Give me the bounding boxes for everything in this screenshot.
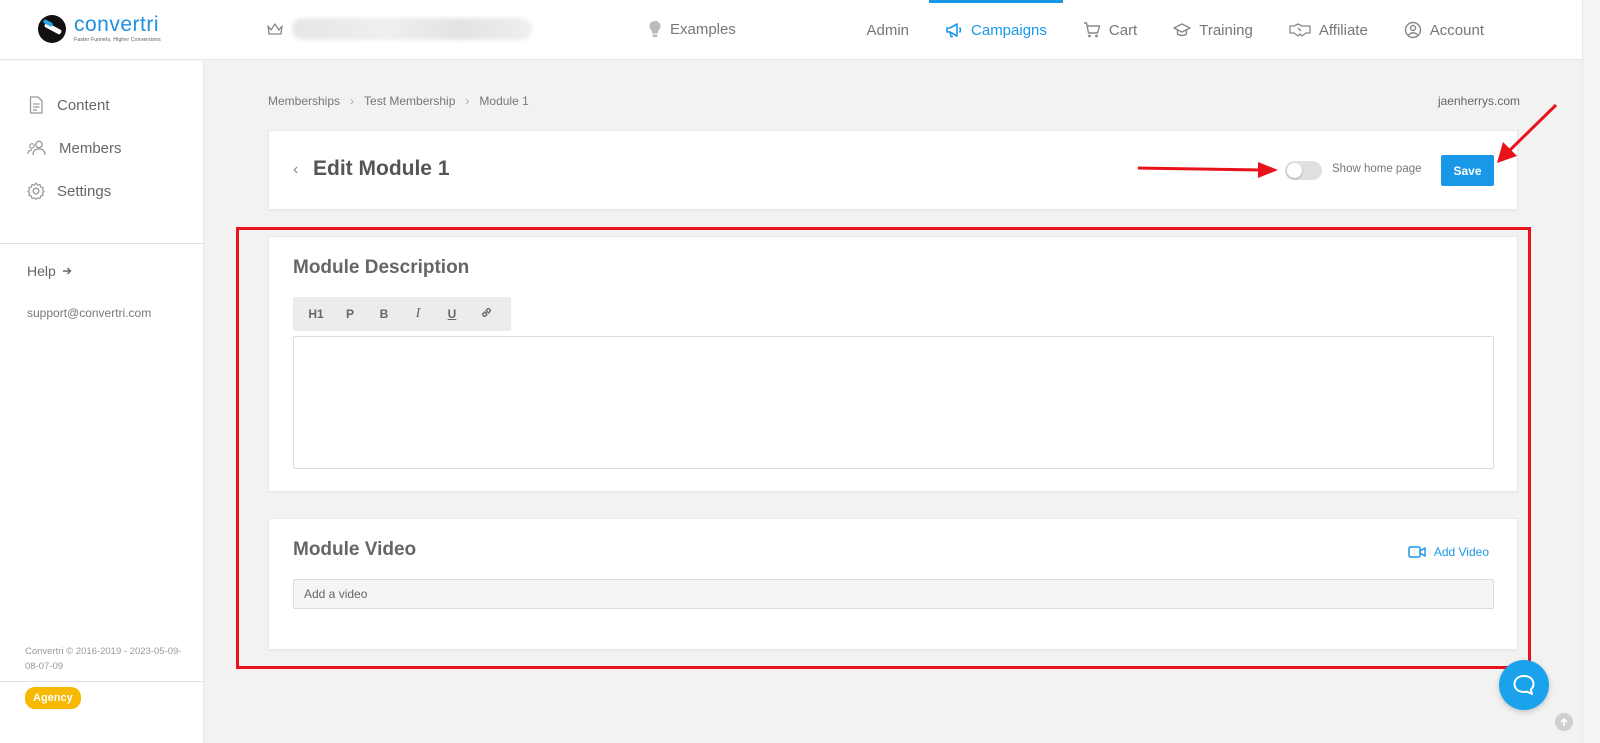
megaphone-icon bbox=[946, 23, 962, 38]
agency-badge: Agency bbox=[25, 687, 81, 709]
logo-mark-icon bbox=[38, 14, 66, 43]
examples-link[interactable]: Examples bbox=[648, 20, 736, 38]
nav-training-label: Training bbox=[1199, 21, 1253, 39]
edit-header-card: ‹ Edit Module 1 Show home page Save bbox=[268, 130, 1518, 210]
top-navbar: convertri Faster Funnels, Higher Convers… bbox=[0, 0, 1582, 60]
page-title: Edit Module 1 bbox=[313, 157, 450, 180]
nav-affiliate[interactable]: Affiliate bbox=[1271, 0, 1386, 60]
help-label: Help bbox=[27, 263, 56, 279]
nav-account-label: Account bbox=[1429, 21, 1484, 39]
site-name-blurred bbox=[292, 18, 532, 40]
main-nav: Admin Campaigns Cart Training Affiliate … bbox=[848, 0, 1502, 60]
sidebar-item-label: Content bbox=[57, 96, 110, 114]
site-selector[interactable] bbox=[266, 18, 532, 40]
nav-campaigns[interactable]: Campaigns bbox=[927, 0, 1065, 60]
copyright-text: Convertri © 2016-2019 - 2023-05-09-08-07… bbox=[25, 646, 182, 672]
breadcrumb-module: Module 1 bbox=[479, 94, 529, 108]
page-scrollbar[interactable] bbox=[1582, 0, 1600, 743]
scroll-to-top-button[interactable] bbox=[1555, 713, 1573, 731]
brand-tagline: Faster Funnels, Higher Conversions bbox=[74, 37, 161, 43]
chevron-right-icon: › bbox=[350, 94, 355, 108]
nav-admin-label: Admin bbox=[866, 21, 910, 39]
brand-name: convertri bbox=[74, 13, 160, 36]
chevron-right-icon: › bbox=[465, 94, 470, 108]
sidebar-divider bbox=[0, 681, 203, 682]
breadcrumb-memberships[interactable]: Memberships bbox=[268, 94, 340, 108]
cart-icon bbox=[1083, 22, 1101, 38]
examples-label: Examples bbox=[670, 20, 736, 38]
nav-account[interactable]: Account bbox=[1386, 0, 1502, 60]
chat-widget-button[interactable] bbox=[1499, 660, 1549, 710]
arrow-up-icon bbox=[1560, 717, 1568, 726]
nav-affiliate-label: Affiliate bbox=[1318, 21, 1368, 39]
lightbulb-icon bbox=[649, 21, 661, 37]
crown-icon bbox=[267, 23, 283, 35]
document-icon bbox=[29, 96, 43, 114]
handshake-icon bbox=[1289, 23, 1311, 37]
nav-cart[interactable]: Cart bbox=[1065, 0, 1155, 60]
arrow-right-icon bbox=[62, 267, 72, 275]
sidebar-item-label: Settings bbox=[57, 182, 112, 200]
toggle-knob bbox=[1287, 163, 1302, 178]
show-home-page-toggle[interactable] bbox=[1285, 161, 1322, 180]
breadcrumb-test-membership[interactable]: Test Membership bbox=[364, 94, 455, 108]
graduation-cap-icon bbox=[1173, 23, 1191, 37]
nav-training[interactable]: Training bbox=[1155, 0, 1271, 60]
nav-admin[interactable]: Admin bbox=[848, 0, 927, 60]
breadcrumb: Memberships › Test Membership › Module 1 bbox=[268, 94, 529, 108]
brand-logo[interactable]: convertri Faster Funnels, Higher Convers… bbox=[38, 14, 161, 43]
gear-icon bbox=[27, 182, 45, 200]
help-link[interactable]: Help bbox=[27, 263, 72, 279]
show-home-page-label: Show home page bbox=[1332, 163, 1422, 175]
sidebar-item-members[interactable]: Members bbox=[27, 139, 122, 157]
sidebar: Content Members Settings Help support@co… bbox=[0, 61, 204, 743]
users-icon bbox=[27, 140, 46, 156]
sidebar-item-settings[interactable]: Settings bbox=[27, 182, 111, 200]
user-circle-icon bbox=[1404, 21, 1421, 39]
sidebar-item-label: Members bbox=[59, 139, 122, 157]
back-chevron-icon[interactable]: ‹ bbox=[293, 161, 298, 179]
nav-campaigns-label: Campaigns bbox=[971, 21, 1047, 39]
chat-bubble-icon bbox=[1513, 675, 1535, 695]
sidebar-item-content[interactable]: Content bbox=[27, 96, 110, 114]
annotation-highlight-box bbox=[236, 227, 1531, 669]
domain-label: jaenherrys.com bbox=[1437, 94, 1520, 108]
support-email-link[interactable]: support@convertri.com bbox=[27, 306, 151, 320]
nav-cart-label: Cart bbox=[1108, 21, 1138, 39]
save-button[interactable]: Save bbox=[1441, 155, 1494, 186]
sidebar-divider bbox=[0, 243, 203, 244]
